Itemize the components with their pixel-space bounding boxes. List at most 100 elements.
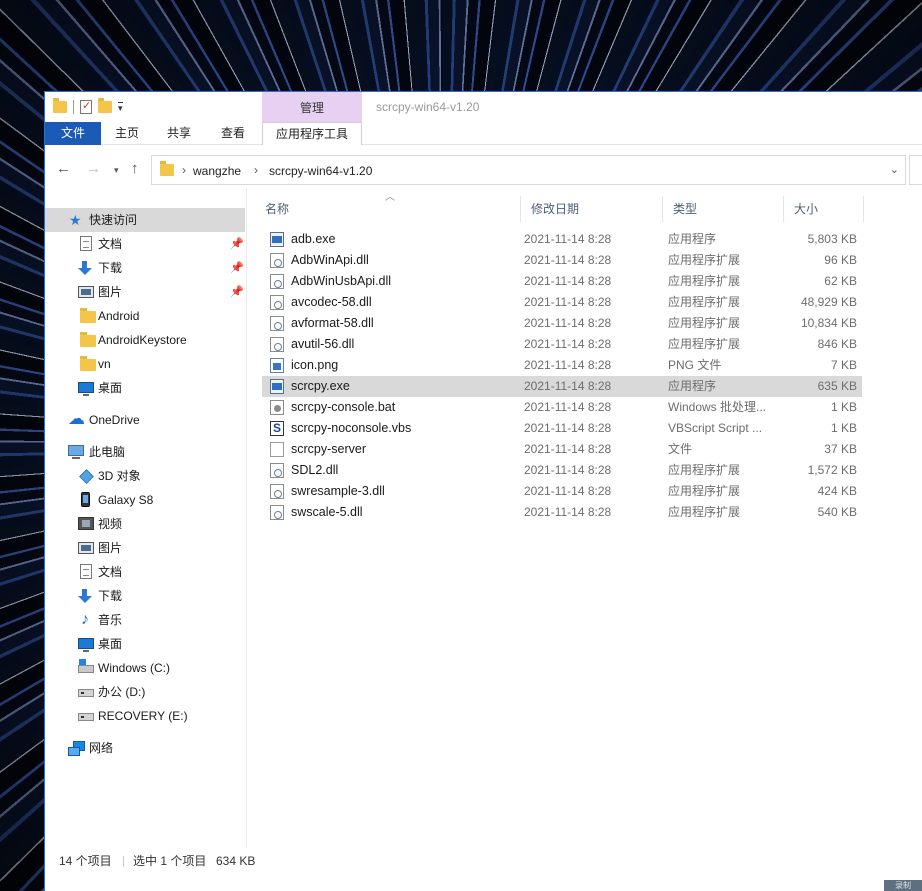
file-date: 2021-11-14 8:28 [524, 232, 612, 246]
column-header-size[interactable]: 大小 [784, 196, 864, 222]
file-row[interactable]: scrcpy-console.bat 2021-11-14 8:28 Windows… [262, 397, 862, 418]
item-count: 14 个项目 [59, 854, 112, 868]
file-row[interactable]: AdbWinUsbApi.dll 2021-11-14 8:28 应用程序扩展 62 … [262, 271, 862, 292]
manage-context-tab[interactable]: 管理 [262, 92, 362, 122]
record-button[interactable]: 录制 [884, 880, 922, 891]
cloud-icon [68, 407, 85, 431]
pane-divider[interactable] [246, 188, 247, 848]
nav-item-3d-objects[interactable]: 3D 对象 [45, 464, 245, 488]
chevron-down-icon[interactable]: ⌄ [890, 163, 899, 176]
file-row[interactable]: swscale-5.dll 2021-11-14 8:28 应用程序扩展 540 KB [262, 502, 862, 523]
nav-network[interactable]: 网络 [45, 736, 245, 760]
file-date: 2021-11-14 8:28 [524, 379, 612, 393]
file-date: 2021-11-14 8:28 [524, 358, 612, 372]
nav-item-drive-c[interactable]: Windows (C:) [45, 656, 245, 680]
nav-item-pc-pictures[interactable]: 图片 [45, 536, 245, 560]
folder-icon [80, 308, 96, 323]
properties-icon[interactable] [80, 99, 92, 114]
nav-label: 办公 (D:) [98, 685, 146, 699]
document-icon [80, 564, 92, 579]
file-type: 应用程序扩展 [668, 337, 741, 351]
document-icon [80, 236, 92, 251]
file-row[interactable]: avutil-56.dll 2021-11-14 8:28 应用程序扩展 846 KB [262, 334, 862, 355]
nav-label: RECOVERY (E:) [98, 709, 188, 723]
nav-item-desktop[interactable]: 桌面 [45, 376, 245, 400]
nav-item-documents[interactable]: 文档 📌 [45, 232, 245, 256]
file-name: swresample-3.dll [291, 484, 385, 498]
nav-item-galaxy-s8[interactable]: Galaxy S8 [45, 488, 245, 512]
nav-quick-access[interactable]: 快速访问 [45, 208, 245, 232]
chevron-right-icon[interactable]: › [254, 163, 258, 177]
forward-arrow-icon[interactable]: → [86, 160, 101, 177]
file-type: 应用程序扩展 [668, 484, 741, 498]
windows-drive-icon [78, 659, 94, 673]
nav-item-drive-e[interactable]: RECOVERY (E:) [45, 704, 245, 728]
column-header-name[interactable]: 名称 [255, 196, 521, 222]
nav-item-downloads[interactable]: 下载 📌 [45, 256, 245, 280]
tab-file[interactable]: 文件 [45, 122, 101, 145]
chevron-right-icon[interactable]: › [182, 163, 186, 177]
download-icon [77, 261, 93, 275]
dll-icon [270, 505, 284, 520]
tab-view[interactable]: 查看 [209, 122, 257, 145]
desktop-icon [78, 382, 94, 396]
file-size: 540 KB [817, 505, 857, 519]
file-name: swscale-5.dll [291, 505, 363, 519]
nav-this-pc[interactable]: 此电脑 [45, 440, 245, 464]
file-name: avformat-58.dll [291, 316, 374, 330]
nav-item-pc-downloads[interactable]: 下载 [45, 584, 245, 608]
folder-icon [80, 356, 96, 371]
file-name: SDL2.dll [291, 463, 339, 477]
dll-icon [270, 295, 284, 310]
tab-home[interactable]: 主页 [105, 122, 149, 145]
file-date: 2021-11-14 8:28 [524, 442, 612, 456]
nav-item-android[interactable]: Android [45, 304, 245, 328]
new-folder-icon[interactable] [98, 98, 112, 113]
nav-item-pc-desktop[interactable]: 桌面 [45, 632, 245, 656]
nav-item-drive-d[interactable]: 办公 (D:) [45, 680, 245, 704]
pin-icon[interactable]: 📌 [230, 280, 244, 304]
file-row[interactable]: SDL2.dll 2021-11-14 8:28 应用程序扩展 1,572 KB [262, 460, 862, 481]
navigation-pane: 快速访问 文档 📌 下载 📌 图片 📌 Android AndroidKeyst… [45, 188, 246, 848]
pin-icon[interactable]: 📌 [230, 256, 244, 280]
nav-item-androidkeystore[interactable]: AndroidKeystore [45, 328, 245, 352]
file-row[interactable]: scrcpy-server 2021-11-14 8:28 文件 37 KB [262, 439, 862, 460]
file-row[interactable]: AdbWinApi.dll 2021-11-14 8:28 应用程序扩展 96 KB [262, 250, 862, 271]
column-header-date[interactable]: 修改日期 [521, 196, 663, 222]
nav-item-pictures[interactable]: 图片 📌 [45, 280, 245, 304]
toolbar-divider [73, 100, 74, 114]
file-size: 5,803 KB [807, 232, 857, 246]
selection-size: 634 KB [216, 854, 256, 868]
file-row[interactable]: avcodec-58.dll 2021-11-14 8:28 应用程序扩展 48,92… [262, 292, 862, 313]
file-row[interactable]: swresample-3.dll 2021-11-14 8:28 应用程序扩展 424… [262, 481, 862, 502]
file-row[interactable]: scrcpy-noconsole.vbs 2021-11-14 8:28 VBScr… [262, 418, 862, 439]
breadcrumb-wangzhe[interactable]: wangzhe [193, 164, 241, 178]
tab-share[interactable]: 共享 [157, 122, 201, 145]
file-row[interactable]: adb.exe 2021-11-14 8:28 应用程序 5,803 KB [262, 229, 862, 250]
tab-application-tools[interactable]: 应用程序工具 [262, 122, 362, 145]
pin-icon[interactable]: 📌 [230, 232, 244, 256]
file-row[interactable]: icon.png 2021-11-14 8:28 PNG 文件 7 KB [262, 355, 862, 376]
up-arrow-icon[interactable]: ↑ [131, 160, 139, 177]
nav-onedrive[interactable]: OneDrive [45, 407, 245, 432]
breadcrumb-current-folder[interactable]: scrcpy-win64-v1.20 [269, 164, 372, 178]
recent-locations-icon[interactable]: ▾ [114, 165, 119, 176]
folder-icon[interactable] [53, 98, 67, 113]
nav-label: 桌面 [98, 381, 123, 395]
customize-toolbar-icon[interactable]: ▾ [118, 102, 123, 113]
file-size: 846 KB [817, 337, 857, 351]
back-arrow-icon[interactable]: ← [56, 160, 71, 177]
file-row[interactable]: scrcpy.exe 2021-11-14 8:28 应用程序 635 KB [262, 376, 862, 397]
file-row[interactable]: avformat-58.dll 2021-11-14 8:28 应用程序扩展 10,8… [262, 313, 862, 334]
nav-item-music[interactable]: 音乐 [45, 608, 245, 632]
file-type: 应用程序扩展 [668, 463, 741, 477]
refresh-button[interactable] [909, 155, 922, 185]
file-size: 424 KB [817, 484, 857, 498]
file-size: 62 KB [824, 274, 857, 288]
column-header-type[interactable]: 类型 [663, 196, 784, 222]
address-bar[interactable]: › wangzhe › scrcpy-win64-v1.20 ⌄ [151, 155, 906, 185]
nav-item-pc-documents[interactable]: 文档 [45, 560, 245, 584]
nav-item-vn[interactable]: vn [45, 352, 245, 376]
nav-item-videos[interactable]: 视频 [45, 512, 245, 536]
selection-count: 选中 1 个项目 [133, 854, 207, 868]
